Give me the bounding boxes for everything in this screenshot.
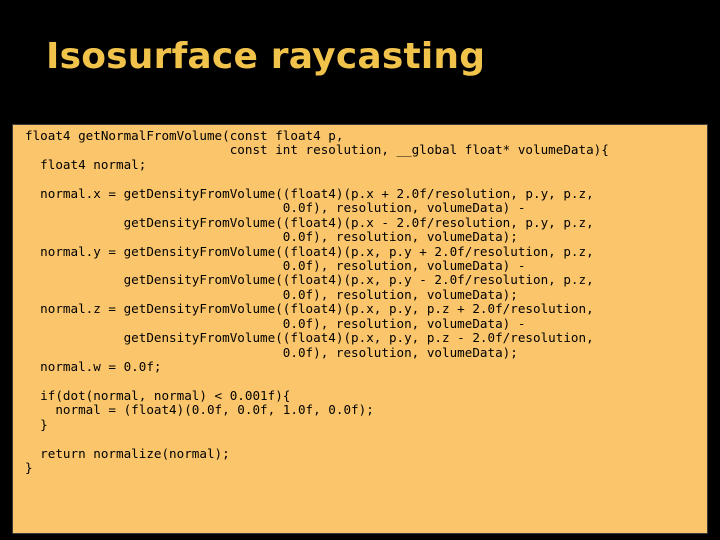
code-block: float4 getNormalFromVolume(const float4 … <box>25 128 609 476</box>
code-line: 0.0f), resolution, volumeData); <box>25 286 518 302</box>
code-line: getDensityFromVolume((float4)(p.x, p.y -… <box>25 272 594 288</box>
code-panel: float4 getNormalFromVolume(const float4 … <box>12 124 708 534</box>
code-line: 0.0f), resolution, volumeData) - <box>25 257 526 273</box>
code-line: normal = (float4)(0.0f, 0.0f, 1.0f, 0.0f… <box>25 402 374 418</box>
code-line: normal.w = 0.0f; <box>25 359 162 374</box>
code-line: normal.z = getDensityFromVolume((float4)… <box>25 301 594 317</box>
code-line: normal.x = getDensityFromVolume((float4)… <box>25 185 594 201</box>
code-line: const int resolution, __global float* vo… <box>25 142 609 158</box>
code-line: float4 normal; <box>25 156 147 172</box>
code-line: 0.0f), resolution, volumeData) - <box>25 315 526 331</box>
code-line: 0.0f), resolution, volumeData) - <box>25 200 526 216</box>
code-line: 0.0f), resolution, volumeData); <box>25 344 518 360</box>
code-line: } <box>25 416 48 432</box>
code-line: normal.y = getDensityFromVolume((float4)… <box>25 243 594 259</box>
code-line: getDensityFromVolume((float4)(p.x, p.y, … <box>25 330 594 346</box>
code-line: getDensityFromVolume((float4)(p.x - 2.0f… <box>25 214 594 230</box>
slide-title: Isosurface raycasting <box>46 36 486 77</box>
code-line: if(dot(normal, normal) < 0.001f){ <box>25 387 291 403</box>
code-line: 0.0f), resolution, volumeData); <box>25 229 518 245</box>
code-line: return normalize(normal); <box>25 445 230 461</box>
code-line: } <box>25 460 33 476</box>
code-line: float4 getNormalFromVolume(const float4 … <box>25 128 344 143</box>
